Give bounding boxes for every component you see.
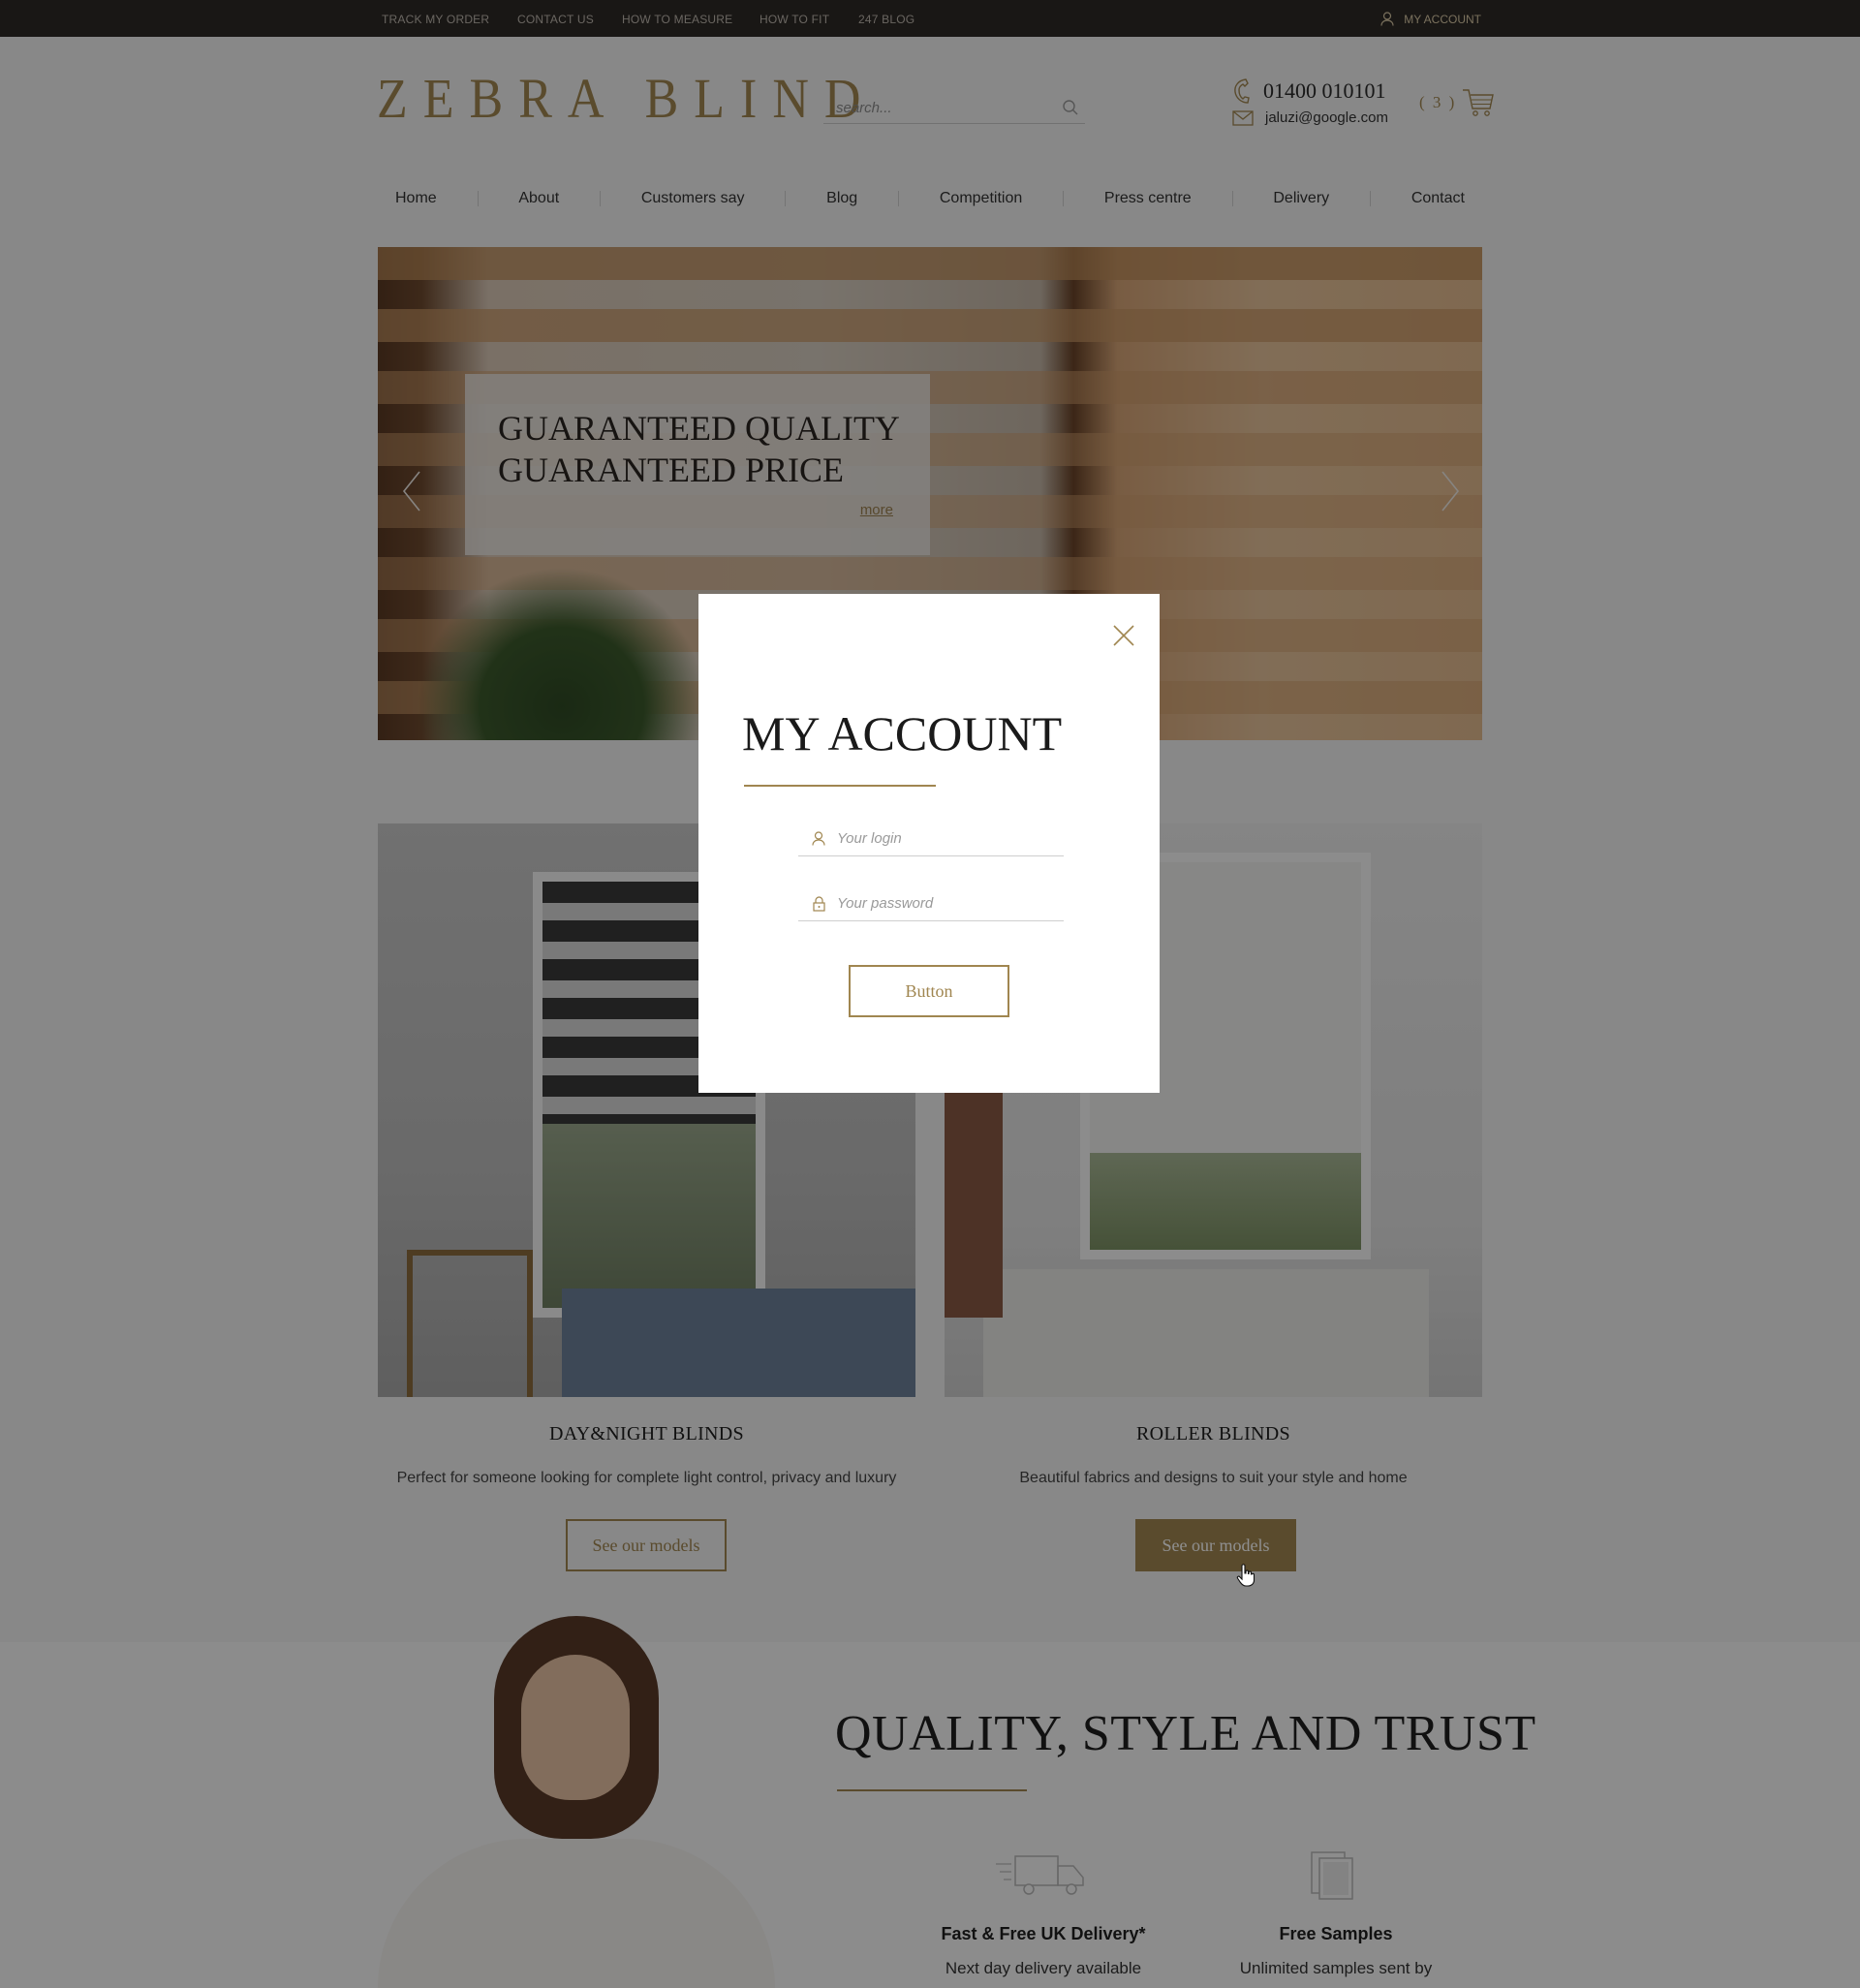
login-modal: MY ACCOUNT Button bbox=[698, 594, 1160, 1093]
submit-button[interactable]: Button bbox=[849, 965, 1009, 1017]
password-input[interactable] bbox=[837, 895, 1050, 912]
login-field bbox=[798, 822, 1064, 856]
lock-icon bbox=[810, 895, 827, 912]
login-input[interactable] bbox=[837, 830, 1050, 847]
hand-cursor-icon bbox=[1236, 1564, 1256, 1587]
title-underline bbox=[744, 785, 936, 787]
close-icon[interactable] bbox=[1111, 623, 1136, 648]
user-icon bbox=[810, 831, 827, 846]
password-field bbox=[798, 886, 1064, 921]
modal-title: MY ACCOUNT bbox=[742, 706, 1063, 761]
